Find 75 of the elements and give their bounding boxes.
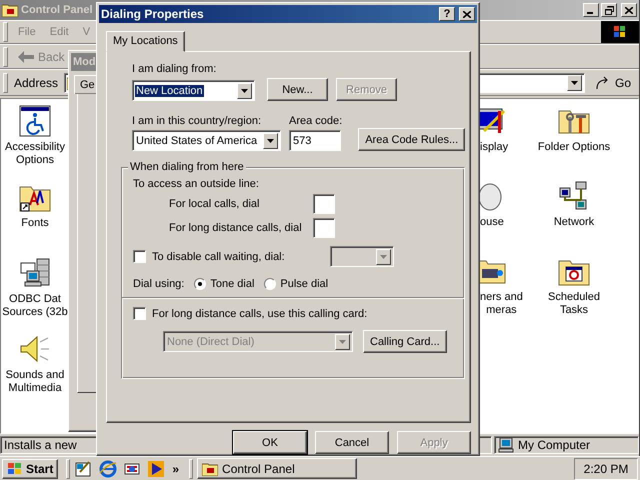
restore-icon: [604, 6, 614, 14]
help-button[interactable]: ?: [439, 7, 455, 21]
close-icon: [625, 6, 633, 14]
caret-icon: [570, 80, 578, 84]
icon-label[interactable]: ODBC Dat Sources (32b: [2, 293, 68, 319]
push-button[interactable]: New...: [267, 78, 328, 101]
radio-button[interactable]: [194, 278, 206, 290]
more-button[interactable]: »: [170, 462, 182, 476]
area-code-field[interactable]: 573: [289, 130, 341, 151]
icon-label[interactable]: Sounds and Multimedia: [6, 369, 64, 395]
radio-label: Tone dial: [210, 278, 254, 290]
window-title: Mod: [73, 56, 96, 68]
checkbox-label: To disable call waiting, dial:: [152, 250, 286, 262]
field-label: Dial using:: [133, 278, 184, 290]
field-label: For long distance calls, dial: [169, 222, 303, 234]
media-player-icon[interactable]: [147, 460, 166, 478]
push-button[interactable]: Cancel: [315, 431, 389, 454]
windows-logo: [601, 21, 639, 43]
checkbox-label: For long distance calls, use this calling card:: [152, 308, 368, 320]
radio-label: Pulse dial: [280, 278, 328, 290]
close-icon: [463, 10, 471, 18]
window-title: Control Panel: [21, 4, 93, 16]
back-arrow-icon: [18, 50, 34, 62]
speaker-icon: [19, 333, 51, 365]
close-button[interactable]: [459, 7, 475, 21]
long-distance-prefix-field[interactable]: [313, 218, 335, 238]
caret-icon: [339, 340, 346, 344]
icon-label[interactable]: isplay: [480, 141, 508, 154]
field-label: I am dialing from:: [132, 63, 216, 75]
field-label: Area code:: [289, 115, 342, 127]
group-title: When dialing from here: [128, 161, 246, 173]
dropdown-button[interactable]: [335, 334, 350, 350]
address-label: Address: [14, 76, 58, 90]
checkbox[interactable]: [133, 250, 146, 263]
computer-icon: [498, 437, 514, 453]
dropdown-button[interactable]: [376, 248, 391, 264]
caret-icon: [267, 138, 274, 142]
icon-label[interactable]: ouse: [480, 216, 504, 229]
location-dropdown[interactable]: New Location: [132, 80, 255, 101]
checkbox[interactable]: [133, 307, 146, 320]
dropdown-button[interactable]: [566, 74, 582, 90]
radio-button[interactable]: [264, 278, 276, 290]
icon-label[interactable]: Folder Options: [538, 141, 610, 154]
call-waiting-dropdown[interactable]: [330, 246, 394, 267]
push-button[interactable]: OK: [233, 431, 307, 454]
caret-icon: [380, 254, 387, 258]
desktop-icon[interactable]: [75, 460, 94, 478]
icon-label[interactable]: Scheduled Tasks: [548, 291, 600, 317]
icon-label[interactable]: Fonts: [21, 217, 49, 230]
local-prefix-field[interactable]: [313, 194, 335, 214]
windows-logo: [7, 462, 23, 476]
folder-icon: [202, 462, 218, 476]
computer-server-icon: [19, 257, 51, 289]
section-label: To access an outside line:: [133, 178, 260, 190]
country-dropdown[interactable]: United States of America: [132, 130, 281, 151]
area-code-rules-button[interactable]: Area Code Rules...: [358, 128, 466, 151]
start-button[interactable]: Start: [2, 458, 58, 478]
zone-label: My Computer: [518, 438, 590, 452]
dropdown-button[interactable]: [263, 132, 278, 148]
icon-label[interactable]: ners and meras: [480, 291, 523, 317]
icon-label[interactable]: Network: [554, 216, 594, 229]
field-label: I am in this country/region:: [132, 115, 262, 127]
dropdown-button[interactable]: [237, 82, 252, 98]
tab[interactable]: My Locations: [106, 31, 185, 52]
browser-icon[interactable]: [99, 460, 118, 478]
accessibility-icon: [19, 105, 51, 137]
field-label: For local calls, dial: [169, 198, 260, 210]
dialog-title: Dialing Properties: [101, 7, 204, 21]
folder-icon: [2, 3, 18, 17]
clock: 2:20 PM: [574, 458, 638, 480]
caret-icon: [241, 88, 248, 92]
calling-card-button[interactable]: Calling Card...: [363, 330, 447, 353]
go-button[interactable]: Go: [590, 74, 635, 92]
taskbar-button[interactable]: Control Panel: [197, 458, 358, 479]
icon-label[interactable]: Accessibility Options: [5, 141, 65, 167]
